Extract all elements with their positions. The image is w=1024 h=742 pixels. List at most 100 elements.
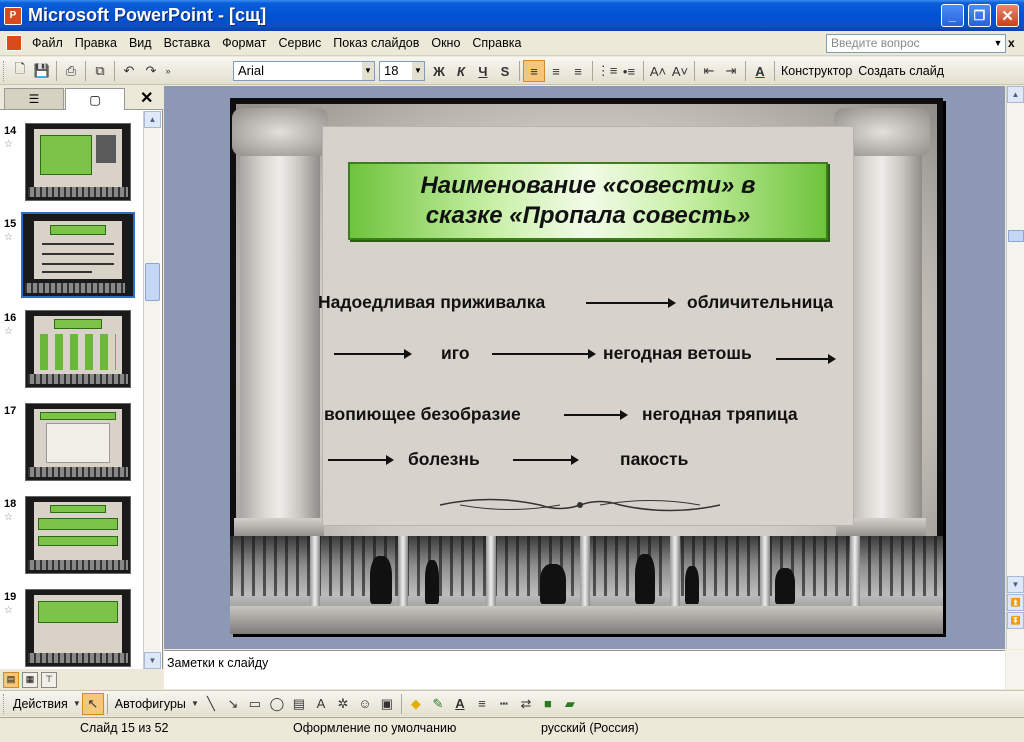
- rectangle-icon[interactable]: ▭: [244, 693, 266, 715]
- line-icon[interactable]: ╲: [200, 693, 222, 715]
- help-search-input[interactable]: Введите вопрос: [826, 34, 1006, 53]
- picture-icon[interactable]: ▣: [376, 693, 398, 715]
- slide-thumbnail[interactable]: [25, 496, 131, 574]
- tab-outline[interactable]: ☰: [4, 88, 64, 110]
- font-name-combo[interactable]: Arial ▼: [233, 61, 375, 81]
- align-right-icon[interactable]: ≡: [567, 60, 589, 82]
- slide-thumbnail[interactable]: [25, 310, 131, 388]
- slide-sorter-icon[interactable]: ▦: [22, 671, 38, 688]
- clipart-icon[interactable]: ☺: [354, 693, 376, 715]
- close-document-button[interactable]: x: [1008, 36, 1015, 50]
- close-button[interactable]: ✕: [996, 4, 1019, 27]
- redo-icon[interactable]: ↷: [140, 60, 162, 82]
- font-size-combo[interactable]: 18 ▼: [379, 61, 425, 81]
- slide-thumbnail[interactable]: [25, 589, 131, 667]
- restore-button[interactable]: ❐: [968, 4, 991, 27]
- menu-view[interactable]: Вид: [123, 36, 158, 50]
- 3d-style-icon[interactable]: ▰: [559, 693, 581, 715]
- menu-slideshow[interactable]: Показ слайдов: [327, 36, 425, 50]
- line-color-icon[interactable]: ✎: [427, 693, 449, 715]
- scroll-down-icon[interactable]: ▼: [1007, 576, 1024, 593]
- scrollbar-thumb[interactable]: [145, 263, 160, 301]
- notes-pane[interactable]: Заметки к слайду: [164, 650, 1005, 689]
- line-style-icon[interactable]: ≡: [471, 693, 493, 715]
- menu-format[interactable]: Формат: [216, 36, 272, 50]
- slide-thumbnail[interactable]: [25, 403, 131, 481]
- align-left-icon[interactable]: ≡: [523, 60, 545, 82]
- undo-icon[interactable]: ↶: [118, 60, 140, 82]
- next-slide-icon[interactable]: ⏬: [1007, 612, 1024, 629]
- slide-thumbnail-selected[interactable]: [21, 212, 135, 298]
- scroll-up-icon[interactable]: ▲: [1007, 86, 1024, 103]
- select-pointer-icon[interactable]: ↖: [81, 692, 104, 715]
- design-button[interactable]: Конструктор: [778, 64, 855, 78]
- word-bolezn[interactable]: болезнь: [408, 449, 480, 470]
- dash-style-icon[interactable]: ┅: [493, 693, 515, 715]
- scroll-up-icon[interactable]: ▲: [144, 111, 161, 128]
- menu-tools[interactable]: Сервис: [272, 36, 327, 50]
- slide-scrollbar[interactable]: ▲ ▼ ⏫ ⏬: [1006, 86, 1024, 649]
- document-icon[interactable]: [6, 35, 22, 51]
- normal-view-icon[interactable]: ▤: [3, 671, 19, 688]
- shadow-button[interactable]: S: [494, 60, 516, 82]
- arrow-icon[interactable]: ↘: [222, 693, 244, 715]
- slide-thumbnail[interactable]: [25, 123, 131, 201]
- slide-canvas[interactable]: Наименование «совести» в сказке «Пропала…: [230, 98, 943, 634]
- bulleted-list-icon[interactable]: •≡: [618, 60, 640, 82]
- autoshapes-menu[interactable]: Автофигуры: [111, 697, 190, 711]
- toolbar-grip[interactable]: [3, 693, 6, 714]
- numbered-list-icon[interactable]: ⋮≡: [596, 60, 618, 82]
- minimize-button[interactable]: _: [941, 4, 964, 27]
- arrow-style-icon[interactable]: ⇄: [515, 693, 537, 715]
- bold-button[interactable]: Ж: [428, 60, 450, 82]
- save-icon[interactable]: 💾: [31, 60, 53, 82]
- new-slide-button[interactable]: Создать слайд: [855, 64, 947, 78]
- toolbar-options-icon[interactable]: »: [162, 60, 174, 82]
- word-priживалка[interactable]: Надоедливая приживалка: [318, 292, 545, 313]
- wordart-icon[interactable]: A: [310, 693, 332, 715]
- fill-color-icon[interactable]: ◆: [405, 693, 427, 715]
- decrease-font-icon[interactable]: A˅: [669, 60, 691, 82]
- actions-menu[interactable]: Действия: [9, 697, 72, 711]
- menu-window[interactable]: Окно: [425, 36, 466, 50]
- previous-slide-icon[interactable]: ⏫: [1007, 594, 1024, 611]
- chevron-down-icon[interactable]: ▼: [190, 693, 200, 715]
- word-vetosh[interactable]: негодная ветошь: [603, 343, 752, 364]
- scrollbar-thumb[interactable]: [1008, 230, 1024, 242]
- decrease-indent-icon[interactable]: ⇤: [698, 60, 720, 82]
- scroll-down-icon[interactable]: ▼: [144, 652, 161, 669]
- notes-scrollbar[interactable]: [1006, 650, 1024, 689]
- oval-icon[interactable]: ◯: [266, 693, 288, 715]
- word-tryapitsa[interactable]: негодная тряпица: [642, 404, 798, 425]
- print-icon[interactable]: ⎙: [60, 60, 82, 82]
- powerpoint-icon[interactable]: P: [4, 6, 22, 25]
- close-pane-button[interactable]: ✕: [140, 88, 153, 108]
- word-pakost[interactable]: пакость: [620, 449, 688, 470]
- copy-icon[interactable]: ⧉: [89, 60, 111, 82]
- chevron-down-icon[interactable]: ▼: [362, 62, 374, 80]
- word-igo[interactable]: иго: [441, 343, 470, 364]
- font-color-icon[interactable]: A: [749, 60, 771, 82]
- chevron-down-icon[interactable]: ▼: [72, 693, 82, 715]
- menu-file[interactable]: Файл: [26, 36, 69, 50]
- textbox-icon[interactable]: ▤: [288, 693, 310, 715]
- word-bezobrazie[interactable]: вопиющее безобразие: [324, 404, 521, 425]
- increase-indent-icon[interactable]: ⇥: [720, 60, 742, 82]
- align-center-icon[interactable]: ≡: [545, 60, 567, 82]
- increase-font-icon[interactable]: A˄: [647, 60, 669, 82]
- chevron-down-icon[interactable]: ▼: [412, 62, 424, 80]
- menu-edit[interactable]: Правка: [69, 36, 123, 50]
- diagram-icon[interactable]: ✲: [332, 693, 354, 715]
- tab-slides[interactable]: ▢: [65, 88, 125, 110]
- thumbnails-scrollbar[interactable]: ▲ ▼: [143, 111, 161, 669]
- chevron-down-icon[interactable]: ▼: [991, 35, 1005, 52]
- word-oblichitelnitsa[interactable]: обличительница: [687, 292, 833, 313]
- new-icon[interactable]: 🗋: [9, 60, 31, 82]
- shadow-style-icon[interactable]: ■: [537, 693, 559, 715]
- menu-help[interactable]: Справка: [466, 36, 527, 50]
- toolbar-grip[interactable]: [3, 60, 6, 81]
- font-color-icon[interactable]: A: [449, 693, 471, 715]
- underline-button[interactable]: Ч: [472, 60, 494, 82]
- italic-button[interactable]: К: [450, 60, 472, 82]
- menu-insert[interactable]: Вставка: [158, 36, 216, 50]
